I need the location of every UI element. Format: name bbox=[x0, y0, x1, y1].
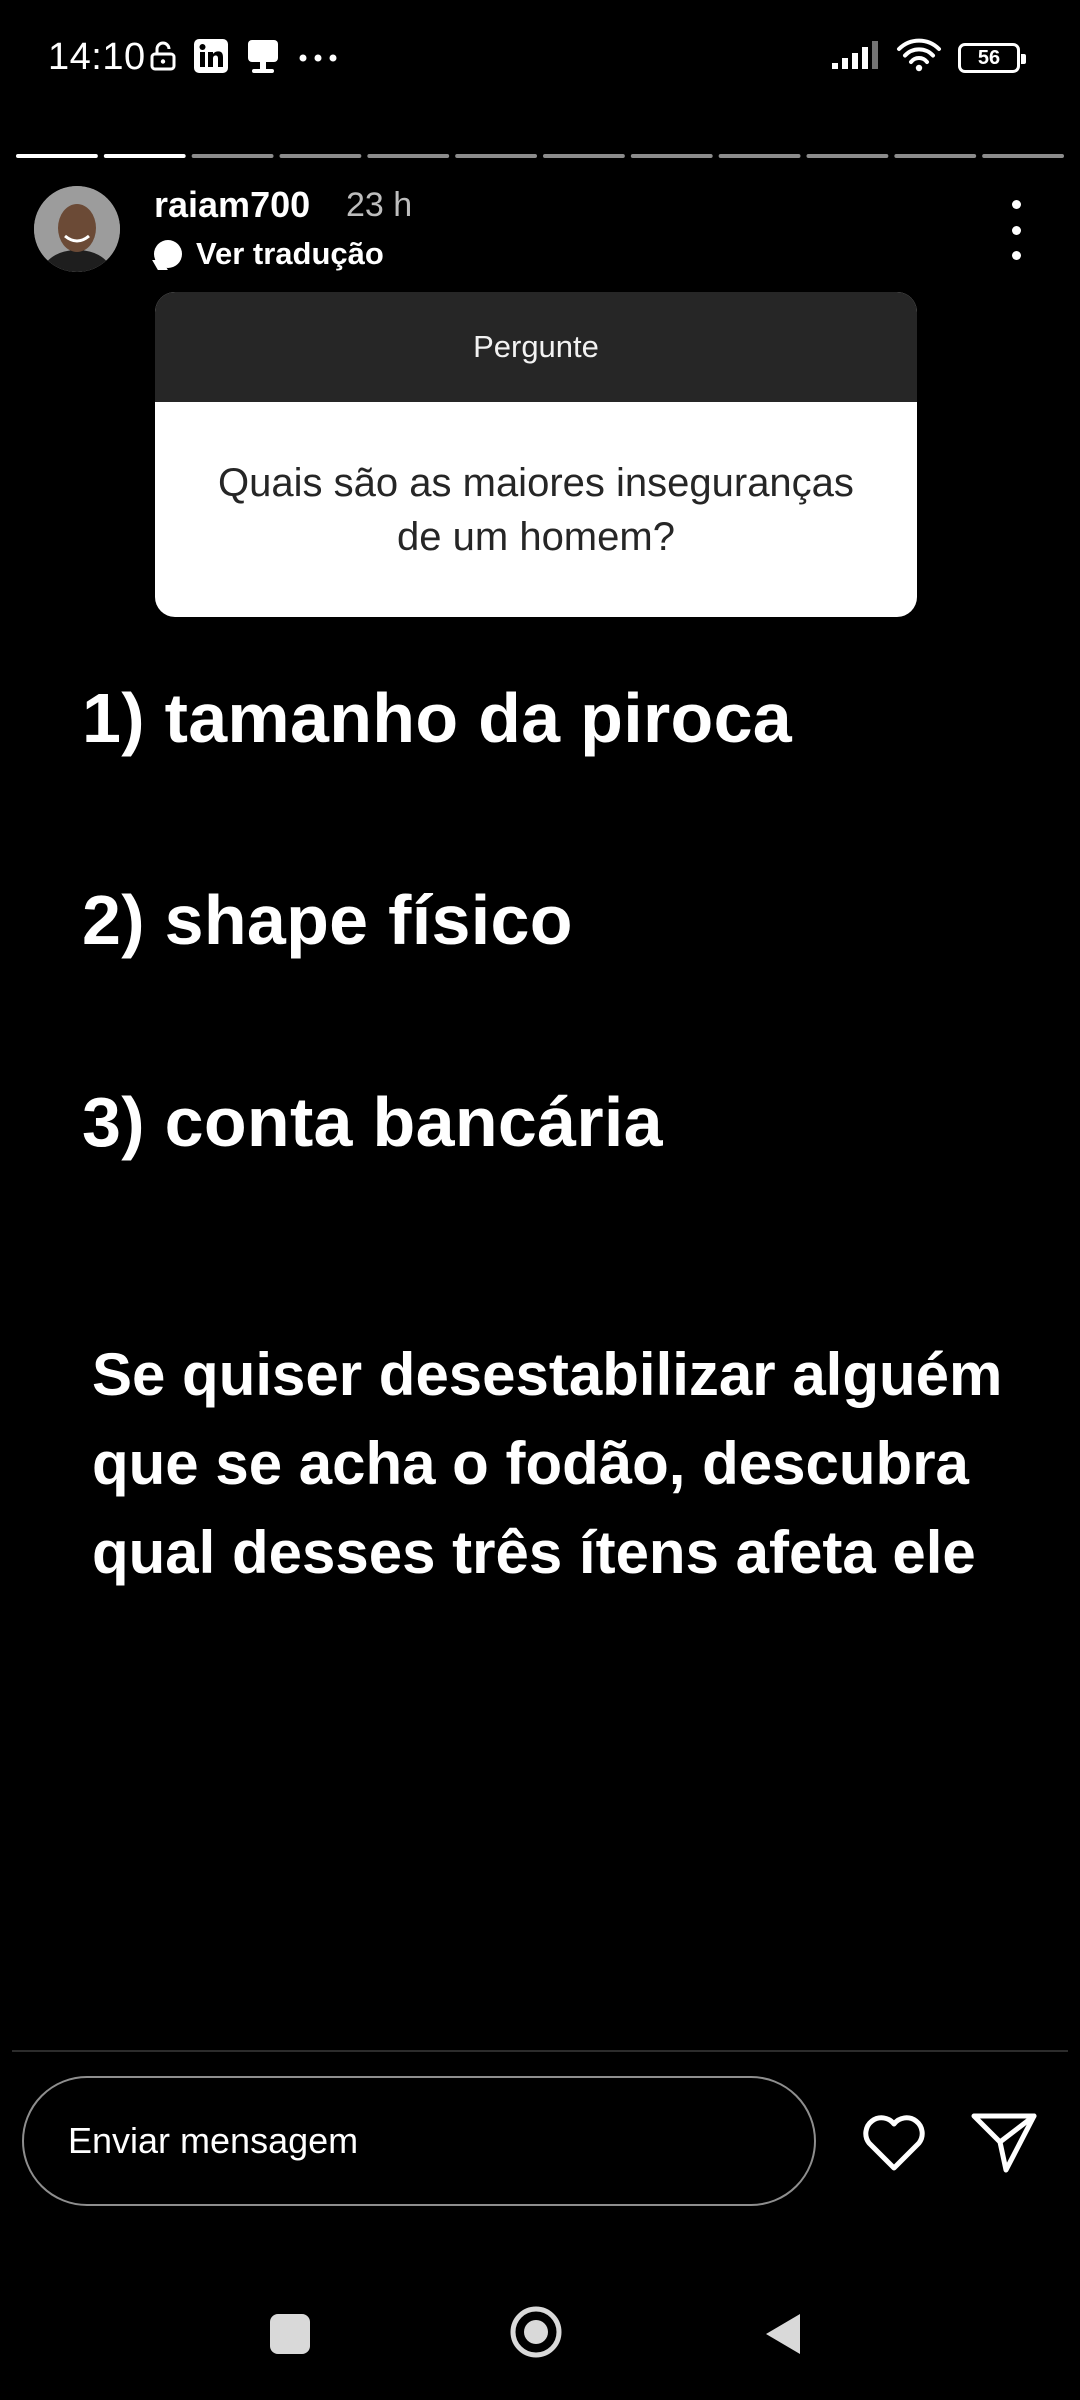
home-circle-icon[interactable] bbox=[508, 2304, 564, 2360]
see-translation-button[interactable]: Ver tradução bbox=[154, 236, 384, 272]
heart-icon[interactable] bbox=[858, 2106, 930, 2178]
username[interactable]: raiam700 bbox=[154, 184, 310, 226]
story-header: raiam700 23 h Ver tradução bbox=[0, 180, 1080, 290]
story-progress bbox=[16, 154, 1064, 158]
story-progress-segment bbox=[894, 154, 977, 158]
story-progress-segment bbox=[718, 154, 801, 158]
story-progress-segment bbox=[543, 154, 625, 158]
question-sticker[interactable]: Pergunte Quais são as maiores inseguranç… bbox=[155, 292, 917, 617]
back-triangle-icon[interactable] bbox=[760, 2310, 804, 2358]
status-time: 14:10 bbox=[48, 36, 146, 78]
story-time-ago: 23 h bbox=[346, 186, 413, 224]
story-progress-segment bbox=[982, 154, 1064, 158]
story-screen: 14:10 56 raiam700 23 h Ver tradução Perg… bbox=[0, 0, 1080, 2400]
more-notifications-icon bbox=[298, 50, 338, 68]
story-progress-segment bbox=[806, 154, 889, 158]
story-progress-segment bbox=[103, 154, 186, 158]
recents-square-icon[interactable] bbox=[270, 2314, 310, 2354]
avatar[interactable] bbox=[34, 186, 120, 272]
story-progress-segment bbox=[455, 154, 537, 158]
app-notification-icon bbox=[246, 38, 280, 79]
story-text-item-2: 2) shape físico bbox=[82, 881, 573, 959]
story-text-paragraph: Se quiser desestabilizar alguém que se a… bbox=[92, 1341, 1003, 1586]
question-sticker-title: Pergunte bbox=[155, 292, 917, 402]
see-translation-label: Ver tradução bbox=[196, 236, 384, 271]
question-sticker-text: Quais são as maiores inseguranças de um … bbox=[218, 460, 854, 559]
footer-divider bbox=[12, 2050, 1068, 2052]
status-right-icons: 56 bbox=[830, 38, 1026, 77]
send-icon[interactable] bbox=[968, 2106, 1040, 2178]
linkedin-icon bbox=[194, 39, 228, 78]
story-text-item-1: 1) tamanho da piroca bbox=[82, 679, 793, 757]
battery-level: 56 bbox=[977, 46, 1001, 69]
battery-icon: 56 bbox=[958, 42, 1026, 73]
story-progress-segment bbox=[279, 154, 362, 158]
story-progress-segment bbox=[16, 154, 98, 158]
send-message-input[interactable] bbox=[22, 2076, 816, 2206]
story-text-item-3: 3) conta bancária bbox=[82, 1083, 663, 1161]
more-options-icon[interactable] bbox=[996, 200, 1036, 260]
translate-bubble-icon bbox=[154, 240, 182, 268]
status-left-icons bbox=[150, 38, 338, 79]
story-progress-segment bbox=[367, 154, 450, 158]
story-progress-bar bbox=[16, 154, 1064, 158]
story-progress-segment bbox=[630, 154, 713, 158]
signal-icon bbox=[830, 39, 880, 76]
wifi-icon bbox=[896, 38, 942, 77]
story-progress-segment bbox=[191, 154, 274, 158]
status-bar: 14:10 56 bbox=[0, 0, 1080, 120]
system-nav-bar bbox=[0, 2280, 1080, 2400]
lock-open-icon bbox=[150, 41, 176, 76]
